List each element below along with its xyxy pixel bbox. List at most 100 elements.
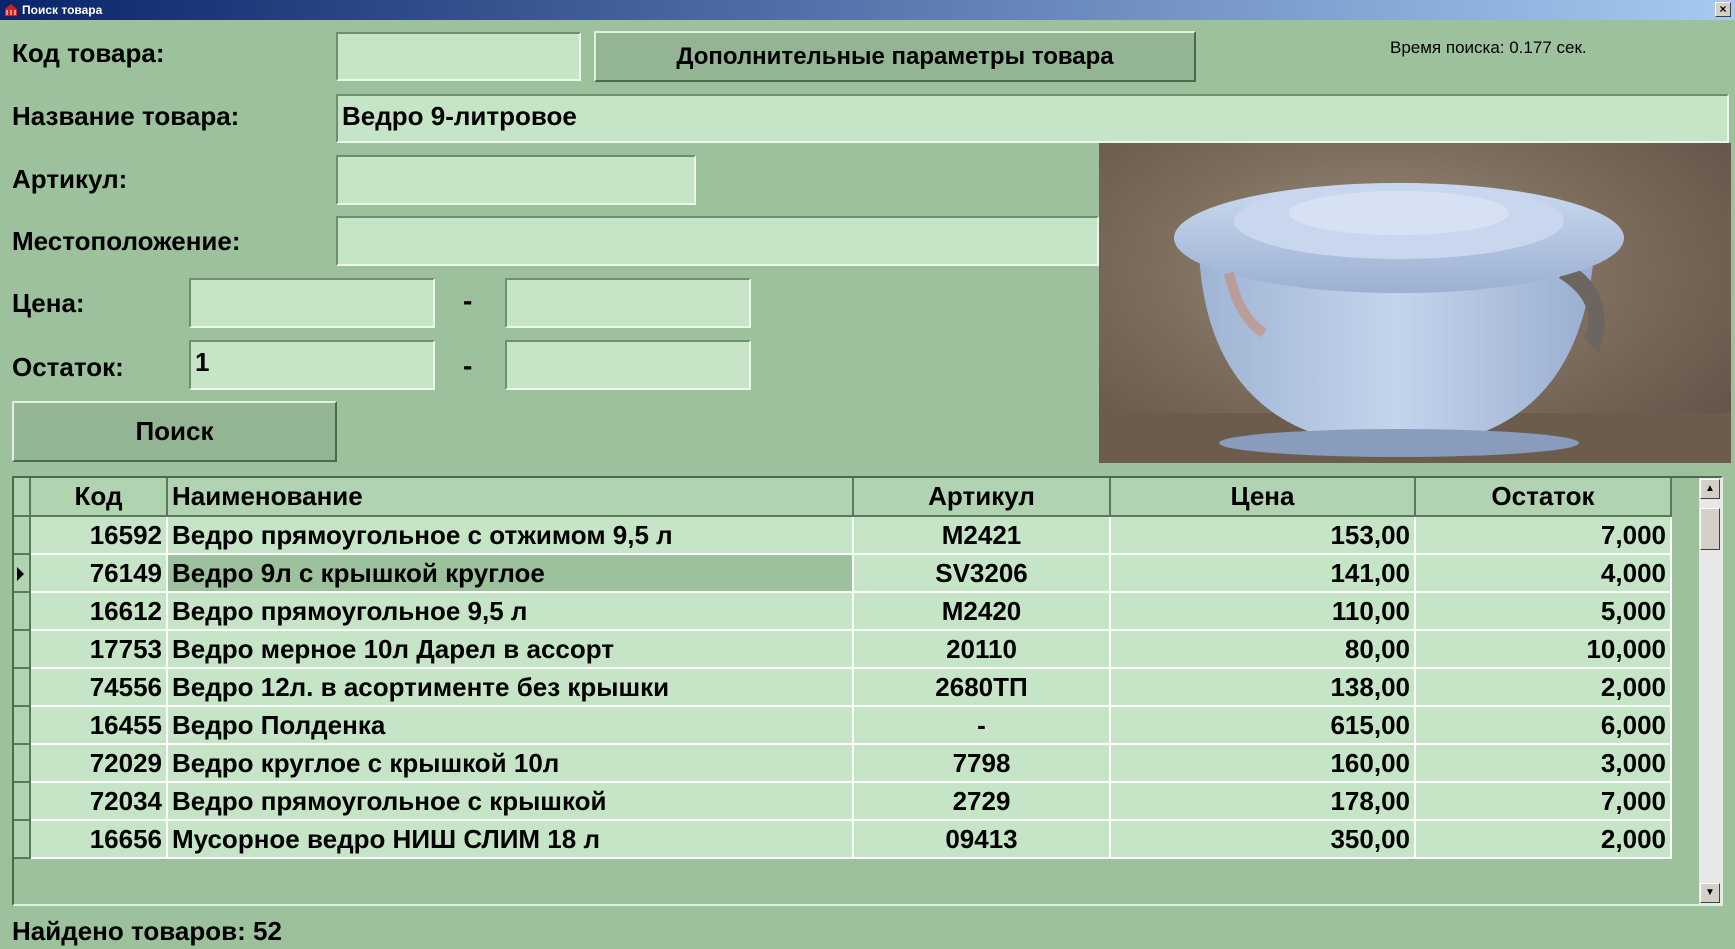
cell-code[interactable]: 17753 — [30, 630, 168, 669]
cell-name[interactable]: Ведро круглое с крышкой 10л — [167, 744, 854, 783]
cell-name[interactable]: Ведро 12л. в асортименте без крышки — [167, 668, 854, 707]
table-row[interactable]: 16592 Ведро прямоугольное с отжимом 9,5 л… — [14, 516, 1672, 555]
cell-name[interactable]: Мусорное ведро НИШ СЛИМ 18 л — [167, 820, 854, 859]
row-indicator[interactable] — [14, 782, 31, 821]
close-button[interactable]: × — [1715, 2, 1731, 17]
stock-from-input[interactable]: 1 — [189, 340, 435, 390]
row-indicator[interactable] — [14, 744, 31, 783]
name-input[interactable]: Ведро 9-литровое — [336, 94, 1729, 143]
title-bar: Поиск товара × — [0, 0, 1735, 20]
column-header-article[interactable]: Артикул — [853, 478, 1111, 517]
table-row[interactable]: 17753 Ведро мерное 10л Дарел в ассорт 2011… — [14, 630, 1672, 669]
cell-stock[interactable]: 3,000 — [1415, 744, 1672, 783]
cell-stock[interactable]: 6,000 — [1415, 706, 1672, 745]
cell-name[interactable]: Ведро Полденка — [167, 706, 854, 745]
row-indicator[interactable] — [14, 706, 31, 745]
table-row[interactable]: 72034 Ведро прямоугольное с крышкой 2729 17… — [14, 782, 1672, 821]
cell-article[interactable]: M2421 — [853, 516, 1111, 555]
cell-article[interactable]: M2420 — [853, 592, 1111, 631]
grid-vertical-scrollbar[interactable]: ▲ ▼ — [1699, 478, 1721, 904]
cell-code[interactable]: 16592 — [30, 516, 168, 555]
cell-price[interactable]: 110,00 — [1110, 592, 1416, 631]
product-search-window: Поиск товара × Код товара: Дополнительны… — [0, 0, 1735, 949]
cell-stock[interactable]: 7,000 — [1415, 782, 1672, 821]
cell-name[interactable]: Ведро 9л с крышкой круглое — [167, 554, 854, 593]
cell-name[interactable]: Ведро прямоугольное 9,5 л — [167, 592, 854, 631]
code-label: Код товара: — [12, 38, 165, 68]
row-indicator[interactable] — [14, 630, 31, 669]
table-row[interactable]: 16455 Ведро Полденка -615,00 6,000 — [14, 706, 1672, 745]
cell-stock[interactable]: 2,000 — [1415, 820, 1672, 859]
price-to-input[interactable] — [505, 278, 751, 328]
cell-code[interactable]: 16455 — [30, 706, 168, 745]
row-indicator[interactable] — [14, 668, 31, 707]
table-row[interactable]: 76149 Ведро 9л с крышкой круглое SV3206 141… — [14, 554, 1672, 593]
cell-price[interactable]: 178,00 — [1110, 782, 1416, 821]
arrow-down-icon[interactable]: ▼ — [1700, 883, 1720, 903]
cell-article[interactable]: 20110 — [853, 630, 1111, 669]
extra-params-button[interactable]: Дополнительные параметры товара — [594, 31, 1196, 82]
cell-code[interactable]: 16656 — [30, 820, 168, 859]
column-header-stock[interactable]: Остаток — [1415, 478, 1672, 517]
cell-name[interactable]: Ведро мерное 10л Дарел в ассорт — [167, 630, 854, 669]
cell-code[interactable]: 76149 — [30, 554, 168, 593]
cell-article[interactable]: SV3206 — [853, 554, 1111, 593]
cell-article[interactable]: - — [853, 706, 1111, 745]
cell-price[interactable]: 153,00 — [1110, 516, 1416, 555]
cell-stock[interactable]: 5,000 — [1415, 592, 1672, 631]
cell-stock[interactable]: 10,000 — [1415, 630, 1672, 669]
product-photo — [1099, 143, 1731, 463]
row-indicator[interactable] — [14, 592, 31, 631]
scroll-thumb[interactable] — [1700, 508, 1720, 550]
found-count-status: Найдено товаров: 52 — [12, 916, 282, 946]
cell-code[interactable]: 16612 — [30, 592, 168, 631]
current-row-pointer-icon — [17, 567, 24, 581]
table-row[interactable]: 72029 Ведро круглое с крышкой 10л 7798 160,… — [14, 744, 1672, 783]
stock-to-input[interactable] — [505, 340, 751, 390]
cell-article[interactable]: 7798 — [853, 744, 1111, 783]
cell-name[interactable]: Ведро прямоугольное с крышкой — [167, 782, 854, 821]
window-title: Поиск товара — [22, 3, 103, 17]
cell-stock[interactable]: 7,000 — [1415, 516, 1672, 555]
cell-stock[interactable]: 4,000 — [1415, 554, 1672, 593]
row-indicator[interactable] — [14, 554, 31, 593]
article-input[interactable] — [336, 155, 696, 205]
cell-price[interactable]: 141,00 — [1110, 554, 1416, 593]
row-indicator-header — [14, 478, 31, 517]
products-grid[interactable]: Код Наименование Артикул Цена Остаток 16… — [12, 476, 1723, 906]
name-label: Название товара: — [12, 101, 240, 131]
row-indicator[interactable] — [14, 516, 31, 555]
cell-stock[interactable]: 2,000 — [1415, 668, 1672, 707]
cell-article[interactable]: 09413 — [853, 820, 1111, 859]
cell-name[interactable]: Ведро прямоугольное с отжимом 9,5 л — [167, 516, 854, 555]
column-header-price[interactable]: Цена — [1110, 478, 1416, 517]
column-header-name[interactable]: Наименование — [167, 478, 854, 517]
cell-code[interactable]: 74556 — [30, 668, 168, 707]
search-button[interactable]: Поиск — [12, 401, 337, 462]
grid-header-row: Код Наименование Артикул Цена Остаток — [14, 478, 1672, 517]
cell-code[interactable]: 72034 — [30, 782, 168, 821]
cell-price[interactable]: 350,00 — [1110, 820, 1416, 859]
search-time-text: Время поиска: 0.177 сек. — [1390, 38, 1587, 57]
cell-price[interactable]: 80,00 — [1110, 630, 1416, 669]
cell-price[interactable]: 615,00 — [1110, 706, 1416, 745]
location-input[interactable] — [336, 216, 1099, 266]
row-indicator[interactable] — [14, 820, 31, 859]
table-row[interactable]: 16612 Ведро прямоугольное 9,5 л M2420 110,0… — [14, 592, 1672, 631]
cell-article[interactable]: 2729 — [853, 782, 1111, 821]
cell-price[interactable]: 160,00 — [1110, 744, 1416, 783]
cell-article[interactable]: 2680ТП — [853, 668, 1111, 707]
article-label: Артикул: — [12, 164, 128, 194]
column-header-code[interactable]: Код — [30, 478, 168, 517]
cell-code[interactable]: 72029 — [30, 744, 168, 783]
table-row[interactable]: 74556 Ведро 12л. в асортименте без крышки… — [14, 668, 1672, 707]
table-row[interactable]: 16656 Мусорное ведро НИШ СЛИМ 18 л 09413 35… — [14, 820, 1672, 859]
price-range-dash: - — [463, 285, 473, 316]
code-input[interactable] — [336, 32, 581, 81]
price-from-input[interactable] — [189, 278, 435, 328]
arrow-up-icon[interactable]: ▲ — [1700, 479, 1720, 499]
cell-price[interactable]: 138,00 — [1110, 668, 1416, 707]
stock-range-dash: - — [463, 350, 473, 381]
basket-icon — [3, 3, 19, 17]
location-label: Местоположение: — [12, 226, 241, 256]
